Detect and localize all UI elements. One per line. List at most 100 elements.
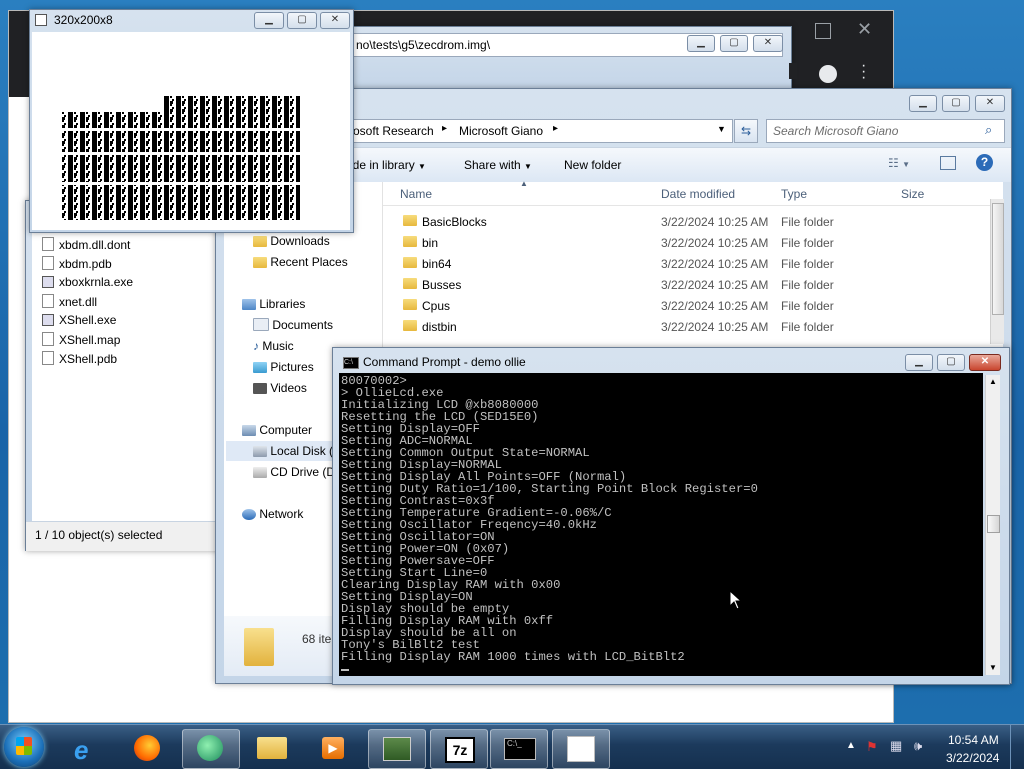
nav-recent-places[interactable]: Recent Places	[253, 255, 348, 269]
include-in-library-button[interactable]: ude in library ▼	[346, 158, 426, 172]
breadcrumb-item[interactable]: Microsoft Giano	[459, 124, 543, 138]
music-icon: ♪	[253, 339, 259, 353]
action-center-icon[interactable]: ⚑	[866, 739, 878, 755]
command-prompt-icon[interactable]: C:\_	[490, 729, 548, 769]
maximize-icon[interactable]	[815, 23, 831, 39]
list-item[interactable]: xnet.dll	[42, 294, 97, 309]
sort-up-icon: ▲	[520, 179, 528, 188]
table-row[interactable]: BasicBlocks 3/22/2024 10:25 AM File folder	[383, 212, 993, 232]
minimize-button[interactable]: ▁	[254, 12, 284, 29]
nav-downloads[interactable]: Downloads	[253, 234, 330, 248]
file-explorer-icon[interactable]	[245, 729, 301, 767]
close-button[interactable]: ✕	[320, 12, 350, 29]
internet-explorer-icon[interactable]: e	[60, 729, 116, 767]
maximize-button[interactable]: ▢	[942, 95, 970, 112]
view-options-icon[interactable]: ☷ ▼	[888, 156, 910, 170]
files-window[interactable]: xbdm.dll.dont xbdm.pdb xboxkrnla.exe xne…	[25, 200, 227, 551]
chevron-right-icon[interactable]: ▸	[553, 123, 558, 134]
scroll-down-icon[interactable]: ▼	[989, 663, 997, 672]
minimize-button[interactable]: ▁	[687, 35, 715, 52]
file-name: XShell.exe	[59, 313, 117, 327]
nav-local-disk[interactable]: Local Disk (	[253, 444, 333, 458]
table-row[interactable]: distbin 3/22/2024 10:25 AM File folder	[383, 317, 993, 337]
chevron-down-icon: ▼	[418, 162, 426, 171]
maximize-button[interactable]: ▢	[937, 354, 965, 371]
row-name: bin64	[422, 257, 452, 271]
nav-documents[interactable]: Documents	[253, 318, 333, 332]
column-date-modified[interactable]: Date modified	[661, 187, 735, 201]
table-row[interactable]: bin 3/22/2024 10:25 AM File folder	[383, 233, 993, 253]
chevron-right-icon[interactable]: ▸	[442, 123, 447, 134]
list-item[interactable]: XShell.map	[42, 332, 120, 347]
refresh-icon[interactable]: ⇆	[734, 119, 758, 143]
search-icon[interactable]: ⌕	[985, 122, 992, 138]
nav-videos[interactable]: Videos	[253, 381, 307, 395]
close-button[interactable]: ✕	[753, 35, 783, 52]
scrollbar-thumb[interactable]	[987, 515, 1000, 533]
nav-libraries[interactable]: Libraries	[242, 297, 305, 311]
list-item[interactable]: xbdm.dll.dont	[42, 237, 130, 252]
preview-pane-icon[interactable]	[940, 156, 956, 170]
list-item[interactable]: XShell.pdb	[42, 351, 117, 366]
libraries-icon	[242, 299, 256, 310]
breadcrumb-item[interactable]: rosoft Research	[349, 124, 434, 138]
path-bar[interactable]: no\tests\g5\zecdrom.img\	[351, 33, 783, 57]
volume-icon[interactable]: 🕪	[914, 738, 922, 754]
firefox-icon[interactable]	[120, 729, 176, 767]
lcd-window[interactable]: 320x200x8 ▁ ▢ ✕	[29, 9, 354, 233]
system-monitor-icon[interactable]	[368, 729, 426, 769]
profile-avatar-icon[interactable]	[819, 65, 837, 83]
start-orb-icon[interactable]	[4, 727, 44, 767]
minimize-button[interactable]: ▁	[909, 95, 937, 112]
address-bar[interactable]: rosoft Research ▸ Microsoft Giano ▸ ▼	[346, 119, 733, 143]
show-desktop-button[interactable]	[1010, 725, 1024, 769]
close-button[interactable]: ✕	[975, 95, 1005, 112]
network-status-icon[interactable]: ▦	[890, 738, 902, 754]
nav-label: Documents	[272, 318, 334, 332]
scroll-up-icon[interactable]: ▲	[989, 377, 997, 386]
vertical-scrollbar[interactable]	[990, 199, 1004, 344]
console-scrollbar[interactable]: ▲ ▼	[985, 375, 1000, 675]
nav-network[interactable]: Network	[242, 507, 303, 521]
table-row[interactable]: Cpus 3/22/2024 10:25 AM File folder	[383, 296, 993, 316]
media-player-icon[interactable]: ▶	[306, 729, 362, 767]
nav-computer[interactable]: Computer	[242, 423, 312, 437]
nav-cd-drive[interactable]: CD Drive (D	[253, 465, 335, 479]
clock-time[interactable]: 10:54 AM	[948, 733, 999, 747]
file-list: xbdm.dll.dont xbdm.pdb xboxkrnla.exe xne…	[32, 231, 220, 548]
close-icon[interactable]: ✕	[857, 19, 872, 40]
maximize-button[interactable]: ▢	[287, 12, 317, 29]
show-hidden-icons-icon[interactable]: ▲	[846, 740, 856, 751]
table-row[interactable]: Busses 3/22/2024 10:25 AM File folder	[383, 275, 993, 295]
nav-music[interactable]: ♪ Music	[253, 339, 294, 353]
column-type[interactable]: Type	[781, 187, 807, 201]
folder-large-icon	[244, 628, 274, 666]
seven-zip-icon[interactable]: 7z	[430, 729, 488, 769]
list-item[interactable]: xbdm.pdb	[42, 256, 112, 271]
help-icon[interactable]: ?	[976, 154, 993, 171]
row-type: File folder	[781, 215, 834, 229]
search-box[interactable]: Search Microsoft Giano ⌕	[766, 119, 1005, 143]
list-item[interactable]: XShell.exe	[42, 313, 116, 327]
more-menu-icon[interactable]: · · ·	[861, 58, 866, 86]
row-type: File folder	[781, 236, 834, 250]
chevron-down-icon[interactable]: ▼	[717, 124, 726, 134]
document-viewer-icon[interactable]	[552, 729, 610, 769]
new-folder-button[interactable]: New folder	[564, 158, 621, 172]
maximize-button[interactable]: ▢	[720, 35, 748, 52]
column-name[interactable]: Name	[400, 187, 432, 201]
scrollbar-thumb[interactable]	[992, 203, 1004, 315]
console-output[interactable]: 80070002> > OllieLcd.exe Initializing LC…	[339, 373, 983, 676]
column-size[interactable]: Size	[901, 187, 924, 201]
minimize-button[interactable]: ▁	[905, 354, 933, 371]
share-with-button[interactable]: Share with ▼	[464, 158, 532, 172]
table-row[interactable]: bin64 3/22/2024 10:25 AM File folder	[383, 254, 993, 274]
path-window[interactable]: no\tests\g5\zecdrom.img\ ▁ ▢ ✕	[340, 26, 797, 90]
row-date: 3/22/2024 10:25 AM	[661, 236, 769, 250]
close-button[interactable]: ✕	[969, 354, 1001, 371]
list-item[interactable]: xboxkrnla.exe	[42, 275, 133, 289]
file-name: xboxkrnla.exe	[59, 275, 134, 289]
clock-date[interactable]: 3/22/2024	[946, 751, 999, 765]
nav-pictures[interactable]: Pictures	[253, 360, 314, 374]
media-center-icon[interactable]	[182, 729, 240, 769]
